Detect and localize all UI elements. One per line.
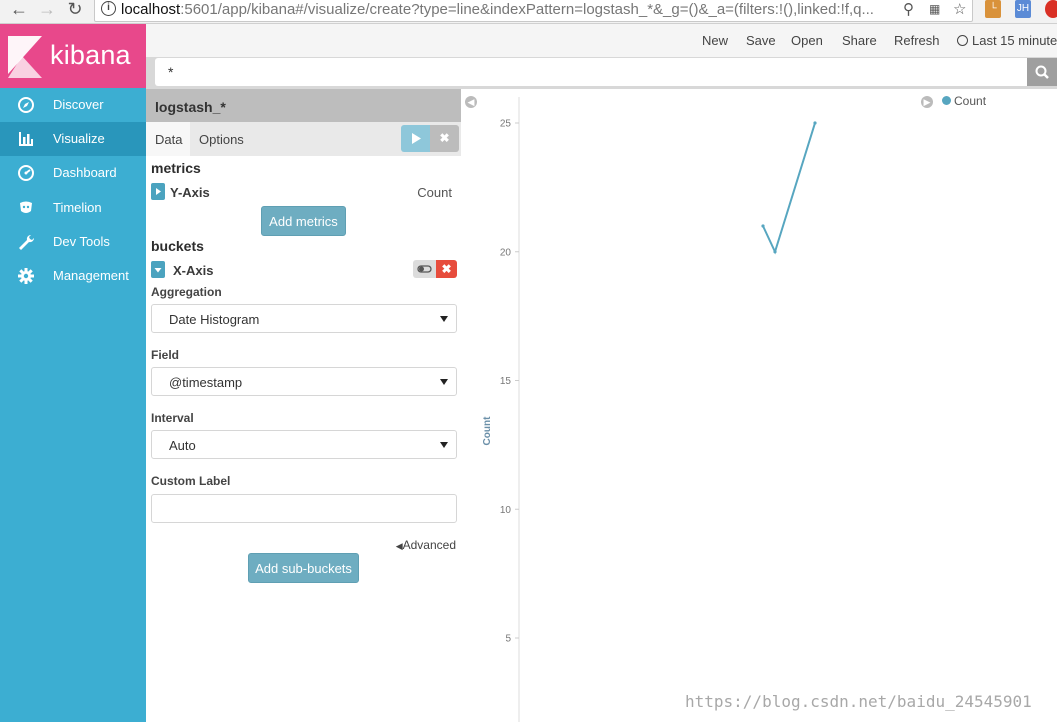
url-text[interactable]: localhost:5601/app/kibana#/visualize/cre… bbox=[121, 1, 893, 18]
toggle-icon bbox=[417, 265, 432, 273]
data-point[interactable] bbox=[773, 250, 777, 254]
sidebar-item-discover[interactable]: Discover bbox=[0, 88, 146, 122]
collapse-sidebar-button[interactable]: ◀ bbox=[465, 96, 477, 108]
x-axis-remove-button[interactable]: ✖ bbox=[436, 260, 457, 278]
discard-changes-button[interactable]: ✖ bbox=[430, 125, 459, 152]
sidebar: kibana Discover Visualize Dashboard Time… bbox=[0, 24, 146, 722]
wrench-icon bbox=[19, 234, 35, 250]
caret-down-icon bbox=[440, 379, 448, 385]
bar-chart-icon bbox=[19, 132, 33, 146]
data-point[interactable] bbox=[813, 121, 817, 125]
alert-extension-icon[interactable] bbox=[1045, 0, 1057, 18]
sidebar-item-label: Discover bbox=[53, 97, 104, 112]
caret-down-icon bbox=[440, 316, 448, 322]
y-axis-expand-button[interactable] bbox=[151, 183, 165, 200]
browser-toolbar: ← → ↻ i localhost:5601/app/kibana#/visua… bbox=[0, 0, 1057, 24]
vis-editor-sidebar: logstash_* Data Options ✖ metrics Y-Axis… bbox=[146, 89, 461, 722]
custom-label-input[interactable] bbox=[151, 494, 457, 523]
tab-data[interactable]: Data bbox=[146, 122, 190, 156]
aggregation-select[interactable]: Date Histogram bbox=[151, 304, 457, 333]
legend-swatch bbox=[942, 96, 951, 105]
sidebar-item-label: Dashboard bbox=[53, 165, 117, 180]
extension-icon[interactable]: └ bbox=[985, 0, 1001, 18]
legend-toggle-button[interactable]: ▶ bbox=[921, 96, 933, 108]
data-point[interactable] bbox=[761, 224, 765, 228]
query-bar bbox=[146, 57, 1057, 89]
watermark: https://blog.csdn.net/baidu_24545901 bbox=[685, 692, 1032, 711]
reload-icon[interactable]: ↻ bbox=[64, 0, 86, 20]
series-line-count[interactable] bbox=[762, 122, 816, 255]
y-tick-label: 5 bbox=[505, 634, 511, 645]
interval-select[interactable]: Auto bbox=[151, 430, 457, 459]
kibana-logo-icon bbox=[8, 36, 42, 78]
save-button[interactable]: Save bbox=[746, 33, 776, 48]
top-nav: New Save Open Share Refresh Last 15 minu… bbox=[146, 24, 1057, 57]
gear-icon bbox=[18, 268, 34, 284]
refresh-button[interactable]: Refresh bbox=[894, 33, 940, 48]
search-button[interactable] bbox=[1027, 58, 1057, 86]
address-bar[interactable]: i localhost:5601/app/kibana#/visualize/c… bbox=[94, 0, 973, 22]
search-icon bbox=[1035, 65, 1049, 79]
search-input[interactable] bbox=[155, 58, 1028, 86]
caret-down-icon bbox=[154, 268, 162, 273]
back-arrow-icon[interactable]: ← bbox=[8, 0, 30, 20]
profile-extension-icon[interactable]: JH bbox=[1015, 0, 1031, 18]
index-pattern-title: logstash_* bbox=[146, 89, 461, 122]
sidebar-item-visualize[interactable]: Visualize bbox=[0, 122, 146, 156]
compass-icon bbox=[18, 97, 34, 113]
sidebar-item-dashboard[interactable]: Dashboard bbox=[0, 156, 146, 190]
clock-icon bbox=[957, 35, 968, 46]
field-select[interactable]: @timestamp bbox=[151, 367, 457, 396]
metrics-heading: metrics bbox=[151, 160, 201, 176]
add-sub-buckets-button[interactable]: Add sub-buckets bbox=[248, 553, 359, 583]
kibana-logo[interactable]: kibana bbox=[0, 24, 146, 88]
field-label: Field bbox=[151, 348, 180, 362]
new-button[interactable]: New bbox=[702, 33, 728, 48]
caret-right-icon bbox=[156, 188, 161, 195]
play-icon bbox=[412, 133, 421, 144]
custom-label-heading: Custom Label bbox=[151, 474, 231, 488]
line-chart: 5 10 15 20 25 Count bbox=[482, 97, 817, 722]
x-axis-enable-toggle[interactable] bbox=[413, 260, 436, 278]
y-tick-label: 10 bbox=[500, 505, 512, 516]
sidebar-item-label: Dev Tools bbox=[53, 234, 110, 249]
time-picker[interactable]: Last 15 minute bbox=[957, 33, 1057, 48]
y-tick-label: 25 bbox=[500, 119, 512, 130]
translate-icon[interactable]: ▦ bbox=[929, 2, 940, 16]
share-button[interactable]: Share bbox=[842, 33, 877, 48]
chart-area: 5 10 15 20 25 Count ◀ ▶ Count bbox=[461, 89, 1057, 722]
open-button[interactable]: Open bbox=[791, 33, 823, 48]
add-metrics-button[interactable]: Add metrics bbox=[261, 206, 346, 236]
sidebar-item-label: Management bbox=[53, 268, 129, 283]
sidebar-item-management[interactable]: Management bbox=[0, 259, 146, 293]
caret-left-icon: ◀ bbox=[395, 541, 403, 551]
timelion-icon bbox=[20, 201, 32, 213]
sidebar-item-dev-tools[interactable]: Dev Tools bbox=[0, 225, 146, 259]
editor-tabs: Data Options ✖ bbox=[146, 122, 461, 156]
sidebar-item-label: Timelion bbox=[53, 200, 102, 215]
brand-name: kibana bbox=[50, 40, 131, 70]
y-axis-title: Y-Axis bbox=[170, 185, 210, 200]
y-tick-label: 15 bbox=[500, 376, 512, 387]
y-tick-label: 20 bbox=[500, 247, 512, 258]
caret-down-icon bbox=[440, 442, 448, 448]
forward-arrow-icon[interactable]: → bbox=[36, 0, 58, 20]
bookmark-star-icon[interactable]: ☆ bbox=[953, 0, 966, 18]
buckets-heading: buckets bbox=[151, 238, 204, 254]
interval-label: Interval bbox=[151, 411, 194, 425]
sidebar-item-timelion[interactable]: Timelion bbox=[0, 191, 146, 225]
advanced-toggle[interactable]: ◀Advanced bbox=[396, 538, 456, 552]
sidebar-item-label: Visualize bbox=[53, 131, 105, 146]
tab-options[interactable]: Options bbox=[199, 132, 244, 147]
x-axis-title: X-Axis bbox=[173, 263, 214, 278]
x-axis-collapse-button[interactable] bbox=[151, 261, 165, 278]
dashboard-icon bbox=[18, 165, 34, 181]
legend-item[interactable]: Count bbox=[942, 94, 986, 108]
y-axis-aggregation: Count bbox=[417, 185, 452, 200]
apply-changes-button[interactable] bbox=[401, 125, 430, 152]
info-icon[interactable]: i bbox=[101, 1, 116, 16]
y-axis-label: Count bbox=[482, 416, 493, 446]
aggregation-label: Aggregation bbox=[151, 285, 222, 299]
zoom-icon[interactable]: ⚲ bbox=[903, 0, 914, 18]
